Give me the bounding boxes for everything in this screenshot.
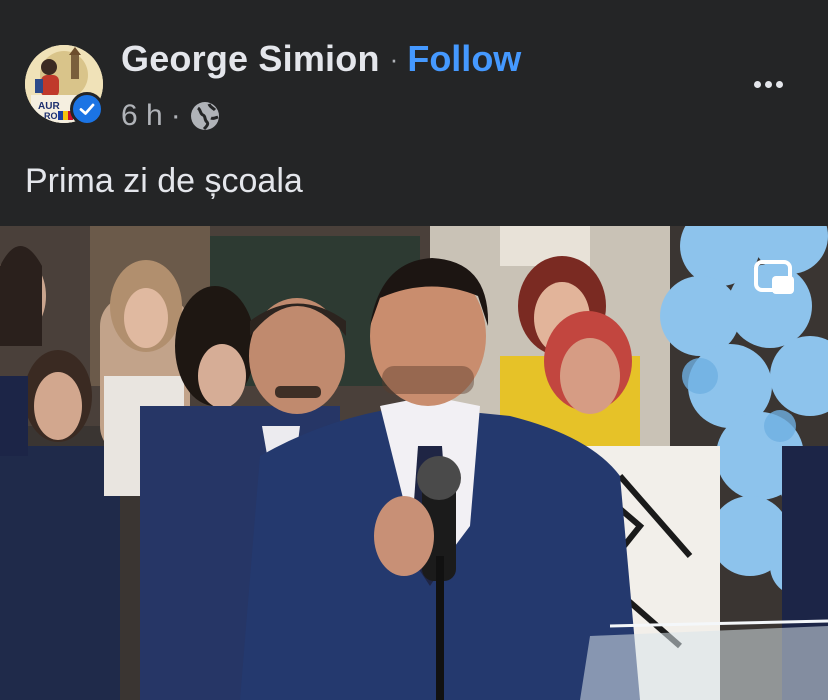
picture-in-picture-icon[interactable] <box>752 256 796 300</box>
post-text: Prima zi de școala <box>25 162 303 200</box>
verified-badge-icon <box>70 92 104 126</box>
post-meta: 6 h · <box>121 96 221 136</box>
follow-button[interactable]: Follow <box>407 38 521 80</box>
more-options-icon[interactable] <box>748 70 788 98</box>
author-row: George Simion · Follow <box>121 38 521 80</box>
post-timestamp[interactable]: 6 h <box>121 99 163 133</box>
author-name[interactable]: George Simion <box>121 38 380 80</box>
name-separator: · <box>389 43 399 74</box>
post-header: AUR RO George Simion · Follow 6 h · Prim… <box>0 0 828 226</box>
video-frame <box>0 226 828 700</box>
globe-icon[interactable] <box>189 100 221 132</box>
post-video[interactable] <box>0 226 828 700</box>
avatar-logo-text-2: RO <box>44 111 58 121</box>
meta-separator: · <box>170 99 181 132</box>
